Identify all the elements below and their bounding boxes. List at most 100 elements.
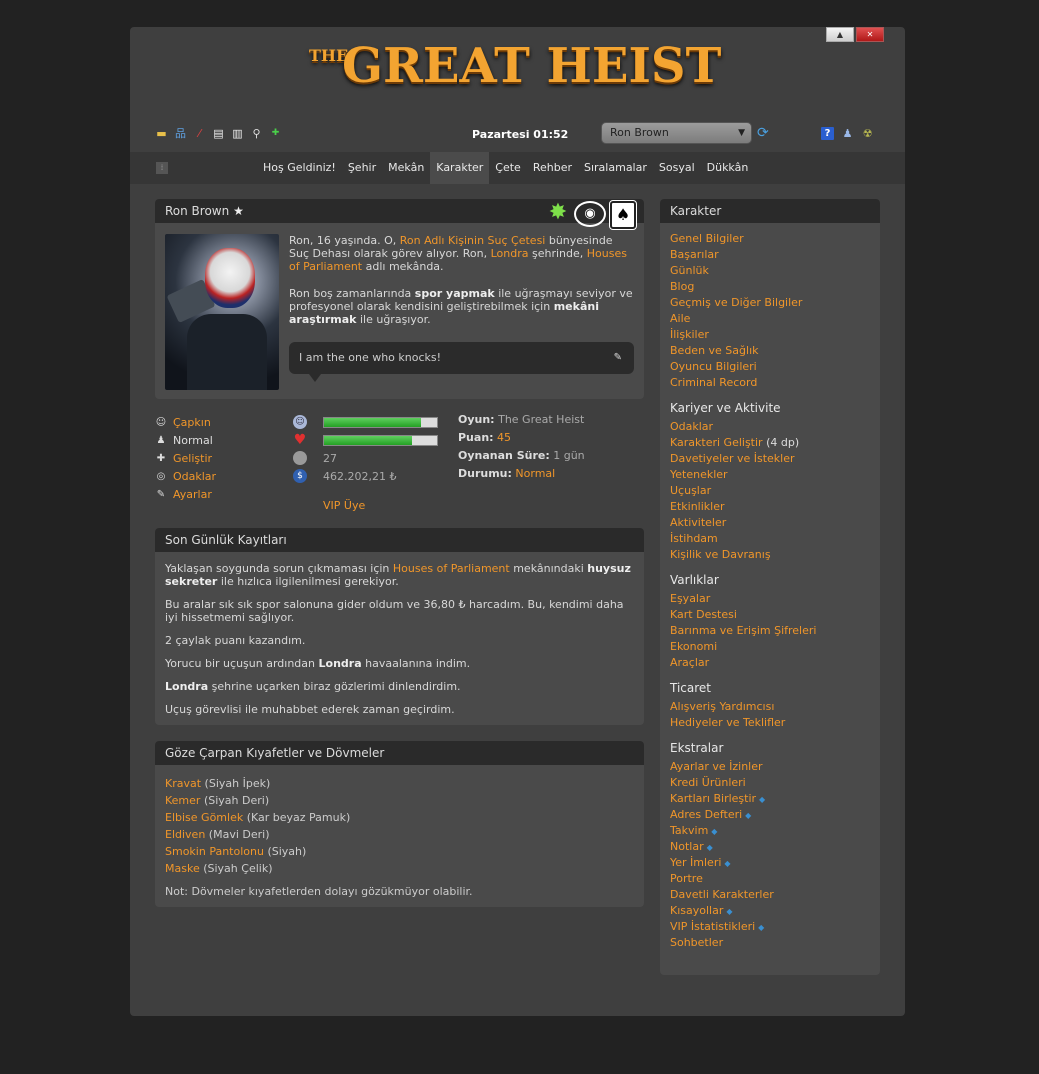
sidebar-link-beden-ve-saglik[interactable]: Beden ve Sağlık: [670, 343, 870, 359]
venue-link[interactable]: Houses of Parliament: [393, 562, 510, 575]
sitemap-icon[interactable]: 品: [174, 127, 187, 140]
sidebar-link-kisayollar[interactable]: Kısayollar ◆: [670, 903, 870, 919]
pencil-bar-icon[interactable]: ▬: [155, 127, 168, 140]
sidebar-link-notlar[interactable]: Notlar ◆: [670, 839, 870, 855]
red-pen-icon[interactable]: ⁄: [193, 127, 206, 140]
action-odaklar[interactable]: ◎ Odaklar: [155, 467, 216, 485]
outfit-item: Kravat (Siyah İpek): [165, 775, 634, 792]
avatar[interactable]: [165, 234, 279, 390]
eye-of-horus-badge-icon[interactable]: ◉: [574, 201, 606, 227]
sidebar-link-kart-destesi[interactable]: Kart Destesi: [670, 607, 870, 623]
quote-tail: [309, 374, 321, 382]
sidebar-link-adres-defteri[interactable]: Adres Defteri ◆: [670, 807, 870, 823]
sidebar-link-alisveris-yardimcisi[interactable]: Alışveriş Yardımcısı: [670, 699, 870, 715]
sidebar-link-oyuncu-bilgileri[interactable]: Oyuncu Bilgileri: [670, 359, 870, 375]
sidebar-link-basarilar[interactable]: Başarılar: [670, 247, 870, 263]
nav-item-karakter[interactable]: Karakter: [430, 152, 490, 184]
sidebar-link-blog[interactable]: Blog: [670, 279, 870, 295]
action-gelistir[interactable]: ✚ Geliştir: [155, 449, 216, 467]
sidebar-link-gunluk[interactable]: Günlük: [670, 263, 870, 279]
nav-item-rehber[interactable]: Rehber: [527, 152, 578, 184]
nav-item-cete[interactable]: Çete: [489, 152, 527, 184]
nav-item-hos-geldiniz[interactable]: Hoş Geldiniz!: [257, 152, 342, 184]
action-ayarlar[interactable]: ✎ Ayarlar: [155, 485, 216, 503]
points-value[interactable]: 45: [497, 431, 511, 444]
action-label[interactable]: Geliştir: [173, 452, 212, 465]
sidebar-link-davetiyeler-ve-istekler[interactable]: Davetiyeler ve İstekler: [670, 451, 870, 467]
sidebar-link-kredi-urunleri[interactable]: Kredi Ürünleri: [670, 775, 870, 791]
sidebar-link-hediyeler-ve-teklifler[interactable]: Hediyeler ve Teklifler: [670, 715, 870, 731]
nav-item-mekan[interactable]: Mekân: [382, 152, 430, 184]
sidebar-link-ayarlar-ve-izinler[interactable]: Ayarlar ve İzinler: [670, 759, 870, 775]
minimize-button[interactable]: ▲: [826, 27, 854, 42]
status-value[interactable]: Normal: [515, 467, 555, 480]
user-icon[interactable]: ♟: [841, 127, 854, 140]
close-button[interactable]: ✕: [856, 27, 884, 42]
sidebar-link-kisilik-ve-davranis[interactable]: Kişilik ve Davranış: [670, 547, 870, 563]
log-text: ile hızlıca ilgilenilmesi gerekiyor.: [217, 575, 399, 588]
outfit-item-link[interactable]: Kemer: [165, 794, 200, 807]
vip-link[interactable]: VIP Üye: [323, 499, 365, 512]
nav-item-dukkan[interactable]: Dükkân: [701, 152, 755, 184]
refresh-icon[interactable]: ⟳: [757, 125, 769, 141]
outfit-item-link[interactable]: Elbise Gömlek: [165, 811, 243, 824]
sidebar-link-yer-imleri[interactable]: Yer İmleri ◆: [670, 855, 870, 871]
sidebar-link-iliskiler[interactable]: İlişkiler: [670, 327, 870, 343]
outfit-item-link[interactable]: Smokin Pantolonu: [165, 845, 264, 858]
document-icon[interactable]: ▤: [212, 127, 225, 140]
nav-item-siralamalar[interactable]: Sıralamalar: [578, 152, 653, 184]
sidebar-link-yetenekler[interactable]: Yetenekler: [670, 467, 870, 483]
sidebar-link-vip-istatistikleri[interactable]: VIP İstatistikleri ◆: [670, 919, 870, 935]
sidebar-link-barinma-ve-erisim-sifreleri[interactable]: Barınma ve Erişim Şifreleri: [670, 623, 870, 639]
book-icon[interactable]: ▥: [231, 127, 244, 140]
outfit-item-link[interactable]: Maske: [165, 862, 200, 875]
sidebar-link-ekonomi[interactable]: Ekonomi: [670, 639, 870, 655]
action-label[interactable]: Ayarlar: [173, 488, 212, 501]
outfit-item: Smokin Pantolonu (Siyah): [165, 843, 634, 860]
pencil-icon[interactable]: ✎: [614, 342, 622, 374]
green-splat-badge-icon[interactable]: ✸: [546, 201, 570, 225]
search-icon[interactable]: ⚲: [250, 127, 263, 140]
radiation-icon[interactable]: ☢: [861, 127, 874, 140]
game-row: Oyun: The Great Heist: [458, 413, 585, 431]
nav-toggle-icon[interactable]: ⁞: [156, 162, 168, 174]
sidebar-link-sohbetler[interactable]: Sohbetler: [670, 935, 870, 951]
sidebar-link-genel-bilgiler[interactable]: Genel Bilgiler: [670, 231, 870, 247]
outfit-item-link[interactable]: Kravat: [165, 777, 201, 790]
sidebar-link-karakteri-gelistir[interactable]: Karakteri Geliştir (4 dp): [670, 435, 870, 451]
sidebar-link-davetli-karakterler[interactable]: Davetli Karakterler: [670, 887, 870, 903]
outfit-item-link[interactable]: Eldiven: [165, 828, 205, 841]
sidebar-link-criminal-record[interactable]: Criminal Record: [670, 375, 870, 391]
plus-icon[interactable]: ✚: [269, 127, 282, 140]
played-value: 1 gün: [553, 449, 585, 462]
sidebar-link-kartlari-birlestir[interactable]: Kartları Birleştir ◆: [670, 791, 870, 807]
sidebar-link-portre[interactable]: Portre: [670, 871, 870, 887]
level-value: 27: [323, 451, 337, 465]
sidebar-link-ucuslar[interactable]: Uçuşlar: [670, 483, 870, 499]
character-select[interactable]: Ron Brown ▼: [601, 122, 752, 144]
sidebar-link-istihdam[interactable]: İstihdam: [670, 531, 870, 547]
spade-card-badge-icon[interactable]: ♠: [610, 201, 636, 229]
vip-gem-icon: ◆: [758, 923, 765, 932]
sidebar-link-odaklar[interactable]: Odaklar: [670, 419, 870, 435]
sidebar-link-etkinlikler[interactable]: Etkinlikler: [670, 499, 870, 515]
outfit-title: Göze Çarpan Kıyafetler ve Dövmeler: [155, 741, 644, 765]
nav-item-sosyal[interactable]: Sosyal: [653, 152, 701, 184]
played-row: Oynanan Süre: 1 gün: [458, 449, 585, 467]
help-icon[interactable]: ?: [821, 127, 834, 140]
sidebar-link-aktiviteler[interactable]: Aktiviteler: [670, 515, 870, 531]
gang-link[interactable]: Ron Adlı Kişinin Suç Çetesi: [400, 234, 546, 247]
status-row: Durumu: Normal: [458, 467, 585, 485]
sidebar-link-aile[interactable]: Aile: [670, 311, 870, 327]
action-label[interactable]: Çapkın: [173, 416, 211, 429]
sidebar-link-gecmis-ve-diger-bilgiler[interactable]: Geçmiş ve Diğer Bilgiler: [670, 295, 870, 311]
avatar-body: [187, 314, 267, 390]
city-link[interactable]: Londra: [491, 247, 529, 260]
nav-item-sehir[interactable]: Şehir: [342, 152, 382, 184]
happiness-bar: [323, 416, 438, 428]
sidebar-link-araclar[interactable]: Araçlar: [670, 655, 870, 671]
sidebar-link-takvim[interactable]: Takvim ◆: [670, 823, 870, 839]
sidebar-link-esyalar[interactable]: Eşyalar: [670, 591, 870, 607]
action-label[interactable]: Odaklar: [173, 470, 216, 483]
action-capkin[interactable]: ☺ Çapkın: [155, 413, 216, 431]
